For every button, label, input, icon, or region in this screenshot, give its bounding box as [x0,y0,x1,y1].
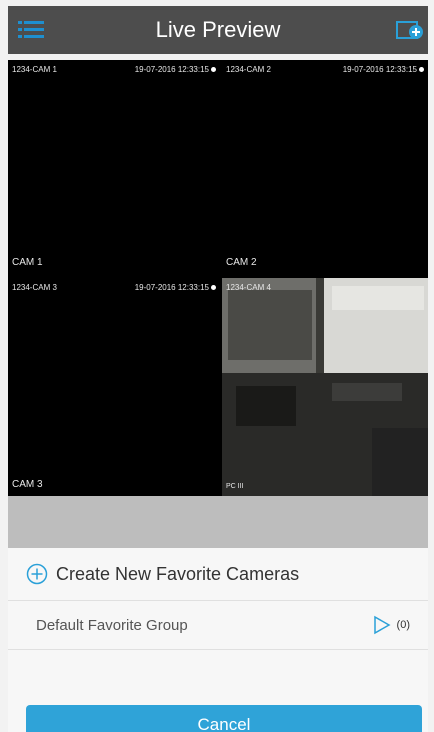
camera-name: 1234-CAM 1 [12,64,57,74]
camera-grid: 1234-CAM 1 19-07-2016 12:33:15 CAM 1 123… [8,60,428,496]
page-title: Live Preview [155,17,281,42]
add-circle-icon [26,563,48,585]
favorite-group-label: Default Favorite Group [36,616,188,634]
camera-tile-3[interactable]: 1234-CAM 3 19-07-2016 12:33:15 CAM 3 [8,278,220,496]
camera-name: 1234-CAM 2 [226,64,271,74]
live-preview-screen: Live Preview 1234-CAM 1 19-07-2016 12:33… [0,0,434,732]
camera-timestamp: 19-07-2016 12:33:15 [134,282,209,292]
header-bar: Live Preview [8,6,428,54]
create-favorite-label: Create New Favorite Cameras [56,563,300,584]
cancel-button[interactable]: Cancel [26,705,422,732]
camera-timestamp: 19-07-2016 12:33:15 [342,64,417,74]
dimmed-overlay [8,496,428,548]
camera-tile-2[interactable]: 1234-CAM 2 19-07-2016 12:33:15 CAM 2 [222,60,428,274]
camera-timestamp: 19-07-2016 12:33:15 [134,64,209,74]
record-indicator-icon [211,66,216,72]
favorites-action-sheet: Create New Favorite Cameras Default Favo… [8,548,428,732]
record-indicator-icon [419,66,424,72]
camera-name: 1234-CAM 3 [12,282,57,292]
camera-channel-label: CAM 3 [12,479,43,490]
camera-tile-1[interactable]: 1234-CAM 1 19-07-2016 12:33:15 CAM 1 [8,60,220,274]
camera-feed-image [222,278,428,496]
add-view-icon[interactable] [396,18,424,42]
favorite-group-count: (0) [396,619,410,631]
camera-channel-label: PC III [226,483,244,490]
favorite-group-row[interactable]: Default Favorite Group (0) [8,601,428,649]
create-favorite-row[interactable]: Create New Favorite Cameras [8,548,428,600]
record-indicator-icon [211,284,216,290]
list-menu-icon[interactable] [18,18,44,42]
camera-tile-4[interactable]: 1234-CAM 4 PC III [222,278,428,496]
camera-channel-label: CAM 1 [12,257,43,268]
play-icon[interactable] [373,615,391,635]
divider [8,649,428,650]
camera-name: 1234-CAM 4 [226,282,271,292]
camera-channel-label: CAM 2 [226,257,257,268]
